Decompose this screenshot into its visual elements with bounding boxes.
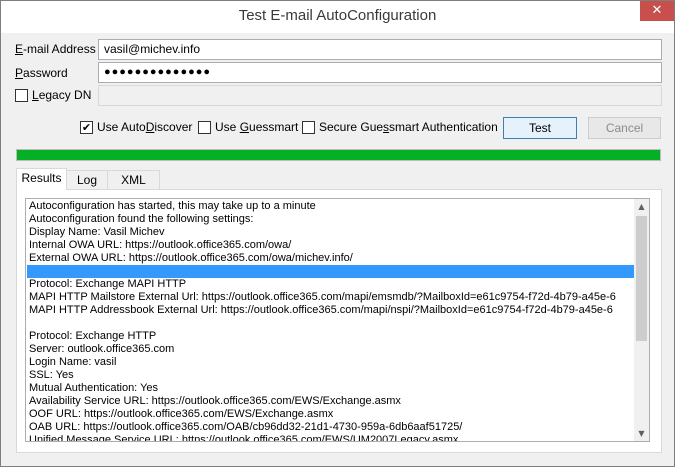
results-panel: Autoconfiguration has started, this may … (16, 189, 662, 453)
result-line: Protocol: Exchange HTTP (29, 330, 157, 342)
result-line: Autoconfiguration found the following se… (29, 213, 254, 225)
legacy-dn-checkbox[interactable] (15, 89, 28, 102)
vertical-scrollbar[interactable]: ▲ ▼ (634, 199, 649, 441)
result-line: MAPI HTTP Mailstore External Url: https:… (29, 291, 616, 303)
use-guessmart-checkbox[interactable] (198, 121, 211, 134)
use-guessmart-label: Use Guessmart (215, 120, 299, 134)
cancel-button[interactable]: Cancel (588, 117, 661, 139)
legacy-dn-label: Legacy DN (32, 88, 92, 102)
legacy-dn-field[interactable] (98, 85, 662, 106)
results-textbox[interactable]: Autoconfiguration has started, this may … (25, 198, 650, 442)
password-label: Password (15, 66, 68, 80)
progress-bar (16, 149, 661, 161)
result-line: Internal OWA URL: https://outlook.office… (29, 239, 292, 251)
selected-line-highlight (27, 265, 635, 278)
email-label: E-mail Address (15, 42, 96, 56)
result-line: External OWA URL: https://outlook.office… (29, 252, 353, 264)
secure-guessmart-checkbox[interactable] (302, 121, 315, 134)
result-line: OOF URL: https://outlook.office365.com/E… (29, 408, 334, 420)
result-line: MAPI HTTP Addressbook External Url: http… (29, 304, 613, 316)
result-line: Availability Service URL: https://outloo… (29, 395, 401, 407)
close-button[interactable]: ✕ (640, 1, 674, 21)
scroll-up-icon[interactable]: ▲ (634, 199, 649, 214)
result-line: Server: outlook.office365.com (29, 343, 175, 355)
result-line: Unified Message Service URL: https://out… (29, 434, 459, 442)
scroll-down-icon[interactable]: ▼ (634, 426, 649, 441)
test-button[interactable]: Test (503, 117, 577, 139)
use-autodiscover-checkbox[interactable]: ✔ (80, 121, 93, 134)
result-line: OAB URL: https://outlook.office365.com/O… (29, 421, 463, 433)
close-icon: ✕ (651, 3, 663, 18)
title-bar[interactable]: Test E-mail AutoConfiguration ✕ (1, 1, 674, 33)
window-title: Test E-mail AutoConfiguration (238, 7, 437, 24)
use-autodiscover-label: Use AutoDiscover (97, 120, 193, 134)
tab-log[interactable]: Log (66, 170, 108, 190)
result-line: Login Name: vasil (29, 356, 117, 368)
secure-guessmart-label: Secure Guessmart Authentication (319, 120, 498, 134)
email-field[interactable]: vasil@michev.info (98, 39, 662, 60)
result-line: Display Name: Vasil Michev (29, 226, 165, 238)
password-field[interactable]: ●●●●●●●●●●●●●● (98, 62, 662, 83)
result-line: Mutual Authentication: Yes (29, 382, 159, 394)
result-line: Autoconfiguration has started, this may … (29, 200, 316, 212)
result-line: Protocol: Exchange MAPI HTTP (29, 278, 187, 290)
dialog-window: Test E-mail AutoConfiguration ✕ E-mail A… (0, 0, 675, 467)
tab-results[interactable]: Results (16, 168, 67, 190)
result-line: SSL: Yes (29, 369, 74, 381)
checkmark-icon: ✔ (81, 121, 92, 134)
scrollbar-thumb[interactable] (636, 216, 647, 341)
tab-xml[interactable]: XML (107, 170, 160, 190)
progress-bar-fill (17, 150, 660, 160)
